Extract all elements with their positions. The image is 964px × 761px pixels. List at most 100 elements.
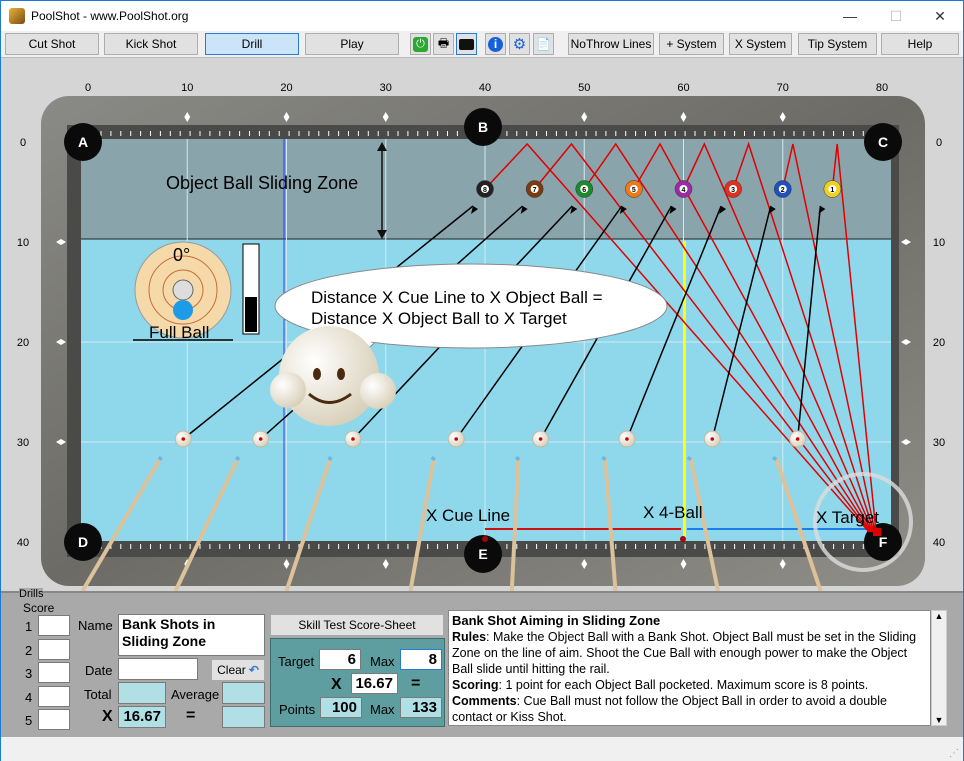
angle-label: 0° (173, 245, 190, 265)
y-axis-tick: 30 (17, 437, 29, 449)
points-label: Points (279, 702, 316, 717)
average-field (222, 682, 265, 704)
target-field[interactable]: 6 (319, 649, 361, 670)
toolbar: Cut Shot Kick Shot Drill Play ⏻ 🖶 i ⚙ 📄 … (1, 31, 963, 58)
pool-table-area[interactable]: 0 10 20 30 40 50 60 70 80 0 0 10 10 20 20 30 30 40 40 A B C D… (1, 58, 963, 593)
x-target-label: X Target (816, 508, 879, 527)
y-axis-tick: 0 (20, 137, 26, 149)
date-label: Date (85, 663, 113, 678)
minimize-button[interactable]: — (827, 1, 873, 31)
x-axis-tick: 70 (777, 82, 789, 94)
status-bar: ⋰ (1, 737, 963, 761)
score-row-field[interactable] (38, 662, 70, 683)
date-field[interactable] (118, 658, 198, 680)
object-ball-7[interactable]: 7 (525, 180, 544, 198)
comments-label: Comments (452, 694, 517, 708)
name-field[interactable]: Bank Shots in Sliding Zone (118, 614, 265, 656)
cue-ball-dot (454, 437, 459, 441)
description-scrollbar[interactable]: ▲ ▼ (931, 610, 947, 726)
plus-system-button[interactable]: + System (659, 33, 724, 55)
object-ball-5[interactable]: 5 (625, 180, 643, 198)
play-button[interactable]: Play (305, 33, 399, 55)
ball-number: 4 (682, 187, 686, 194)
score-row-field[interactable] (38, 615, 70, 636)
cue-tip (235, 455, 241, 462)
cue-tip (327, 455, 333, 462)
y-axis-tick: 40 (933, 537, 945, 549)
x-axis-tick: 60 (677, 82, 689, 94)
cut-shot-button[interactable]: Cut Shot (5, 33, 99, 55)
cue-ball-dot (258, 437, 263, 441)
max-field[interactable]: 8 (400, 649, 442, 670)
power-icon[interactable]: ⏻ (410, 33, 431, 55)
object-ball-6[interactable]: 6 (575, 180, 593, 198)
ball-number: 1 (830, 187, 834, 194)
score-row-number: 5 (25, 713, 33, 728)
x-axis-tick: 0 (85, 82, 91, 94)
pocket-label: D (78, 534, 88, 550)
score-row-number: 4 (25, 689, 33, 705)
multiplier-field[interactable]: 16.67 (351, 673, 398, 694)
window-title: PoolShot - www.PoolShot.org (31, 9, 189, 23)
target-marker[interactable] (873, 528, 882, 536)
x-system-button[interactable]: X System (729, 33, 792, 55)
object-ball-4[interactable]: 4 (674, 180, 693, 198)
gear-icon[interactable]: ⚙ (509, 33, 530, 55)
kick-shot-button[interactable]: Kick Shot (104, 33, 198, 55)
ball-number: 5 (632, 187, 636, 194)
clear-label: Clear (217, 663, 246, 677)
skill-test-score-sheet-button[interactable]: Skill Test Score-Sheet (271, 615, 443, 635)
object-ball-1[interactable]: 1 (823, 180, 842, 198)
help-document-icon[interactable]: 📄 (533, 33, 554, 55)
title-bar: PoolShot - www.PoolShot.org — ☐ ✕ (1, 1, 963, 31)
score-group-label: Score (23, 601, 55, 615)
x-label: X (102, 708, 113, 725)
resize-grip-icon[interactable]: ⋰ (949, 748, 959, 759)
target-label: Target (278, 654, 315, 669)
drill-description: Bank Shot Aiming in Sliding Zone Rules: … (448, 610, 931, 726)
rules-label: Rules (452, 630, 487, 644)
printer-icon[interactable]: 🖶 (433, 33, 454, 55)
tip-system-button[interactable]: Tip System (798, 33, 877, 55)
x-axis-tick: 20 (280, 82, 292, 94)
info-icon[interactable]: i (485, 33, 506, 55)
ball-number: 2 (781, 187, 785, 194)
drill-button[interactable]: Drill (205, 33, 299, 55)
cue-tip (771, 455, 778, 462)
close-button[interactable]: ✕ (917, 1, 963, 31)
max-label: Max (370, 654, 395, 669)
score-row-field[interactable] (38, 685, 70, 707)
skill-test-box: Target 6 Max 8 X 16.67 = Points 100 Max … (270, 638, 445, 727)
camera-icon[interactable] (456, 33, 477, 55)
x-axis-tick: 50 (578, 82, 590, 94)
description-title: Bank Shot Aiming in Sliding Zone (452, 613, 661, 628)
maximize-button[interactable]: ☐ (873, 1, 919, 31)
object-ball-3[interactable]: 3 (724, 180, 742, 198)
score-row-field[interactable] (38, 638, 70, 660)
no-throw-lines-button[interactable]: NoThrow Lines (568, 33, 654, 55)
y-axis-tick: 10 (933, 237, 945, 249)
cue-tip (686, 455, 692, 462)
help-button[interactable]: Help (881, 33, 959, 55)
x-axis-tick: 30 (380, 82, 392, 94)
clear-button[interactable]: Clear ↶ (212, 660, 264, 680)
sliding-zone-label: Object Ball Sliding Zone (166, 173, 358, 193)
power-meter[interactable] (242, 243, 260, 335)
cue-ball-dot (538, 437, 543, 441)
object-ball-8[interactable]: 8 (476, 180, 494, 198)
speech-line-2: Distance X Object Ball to X Target (311, 309, 567, 328)
points-max-label: Max (370, 702, 395, 717)
ball-number: 7 (533, 187, 537, 194)
x-4-ball-label: X 4-Ball (643, 503, 703, 522)
cue-tip (601, 455, 607, 462)
x-axis-tick: 80 (876, 82, 888, 94)
object-ball-2[interactable]: 2 (774, 180, 792, 198)
score-row-number: 1 (25, 619, 33, 634)
scoring-label: Scoring (452, 678, 499, 692)
pool-table[interactable]: 0 10 20 30 40 50 60 70 80 0 0 10 10 20 20 30 30 40 40 A B C D… (1, 58, 963, 593)
score-row-field[interactable] (38, 709, 70, 730)
x-cue-marker (482, 536, 488, 542)
undo-icon: ↶ (248, 663, 259, 677)
x-value-field: 16.67 (118, 706, 166, 728)
x-cue-line-label: X Cue Line (426, 506, 510, 525)
